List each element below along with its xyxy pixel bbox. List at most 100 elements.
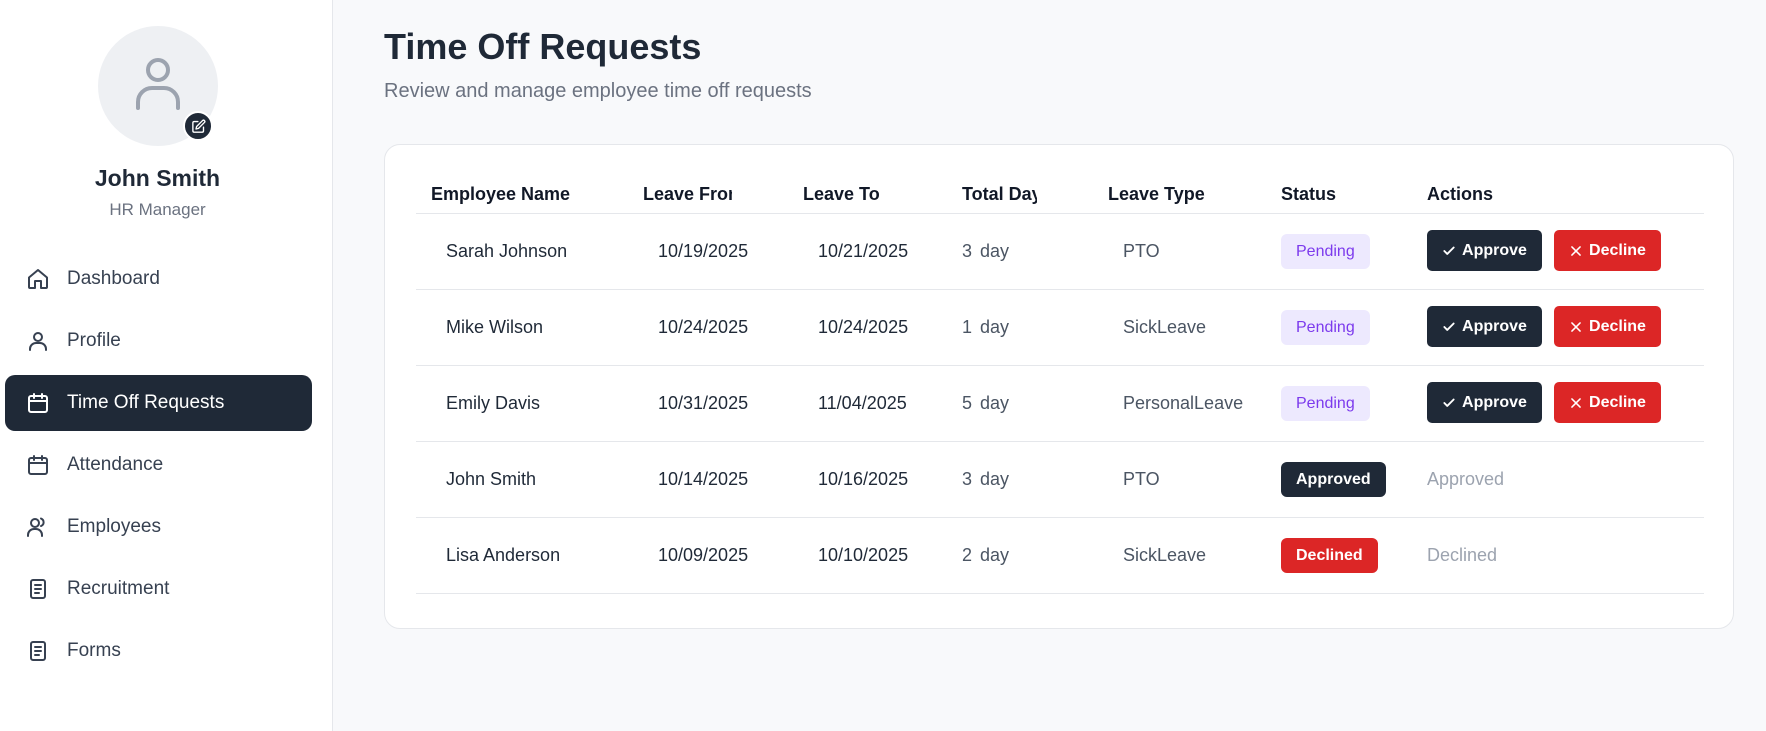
- status-badge: Approved: [1281, 462, 1386, 497]
- status-badge: Declined: [1281, 538, 1378, 573]
- edit-avatar-button[interactable]: [183, 111, 213, 141]
- total-days: 1 day: [962, 317, 1009, 338]
- document-icon: [25, 576, 51, 602]
- decline-label: Decline: [1589, 393, 1646, 411]
- approve-button[interactable]: Approve: [1427, 230, 1542, 271]
- user-icon: [136, 58, 180, 110]
- leave-from: 10/09/2025: [658, 545, 749, 565]
- employee-name: Sarah Johnson: [446, 241, 568, 261]
- column-header: Total Days: [962, 184, 1037, 204]
- days-unit: day: [980, 545, 1010, 565]
- sidebar-item-time-off-requests[interactable]: Time Off Requests: [5, 375, 312, 431]
- days-unit: day: [980, 317, 1010, 337]
- check-icon: [1442, 244, 1456, 258]
- approve-button[interactable]: Approve: [1427, 306, 1542, 347]
- leave-type: PTO: [1123, 241, 1160, 261]
- sidebar-item-forms[interactable]: Forms: [5, 623, 312, 679]
- table-row: Sarah Johnson 10/19/2025 10/21/2025 3 day…: [416, 214, 1704, 290]
- total-days: 3 day: [962, 241, 1009, 262]
- decline-button[interactable]: Decline: [1554, 306, 1661, 347]
- action-status-text: Declined: [1427, 545, 1498, 565]
- sidebar-item-label: Dashboard: [67, 268, 160, 289]
- approve-label: Approve: [1462, 393, 1527, 411]
- column-header: Leave Type: [1108, 184, 1205, 204]
- status-badge: Pending: [1281, 234, 1370, 269]
- sidebar-item-attendance[interactable]: Attendance: [5, 437, 312, 493]
- days-unit: day: [980, 241, 1010, 261]
- leave-to: 10/24/2025: [818, 317, 909, 337]
- column-header: Actions: [1427, 184, 1494, 204]
- sidebar-nav: Dashboard Profile Time Off Requests Atte…: [5, 251, 312, 685]
- sidebar-item-employees[interactable]: Employees: [5, 499, 312, 555]
- table-row: John Smith 10/14/2025 10/16/2025 3 day PT…: [416, 442, 1704, 518]
- days-count: 1: [962, 317, 973, 337]
- sidebar-item-label: Forms: [67, 640, 121, 661]
- column-header: Leave From: [643, 184, 732, 204]
- leave-from: 10/24/2025: [658, 317, 749, 337]
- leave-from: 10/19/2025: [658, 241, 749, 261]
- employee-name: Mike Wilson: [446, 317, 544, 337]
- leave-type: SickLeave: [1123, 317, 1207, 337]
- employee-name: Lisa Anderson: [446, 545, 561, 565]
- leave-to: 10/16/2025: [818, 469, 909, 489]
- days-count: 3: [962, 469, 973, 489]
- employee-name: Emily Davis: [446, 393, 541, 413]
- leave-type: SickLeave: [1123, 545, 1207, 565]
- status-badge: Pending: [1281, 310, 1370, 345]
- close-icon: [1569, 320, 1583, 334]
- total-days: 5 day: [962, 393, 1009, 414]
- home-icon: [25, 266, 51, 292]
- leave-to: 10/21/2025: [818, 241, 909, 261]
- users-icon: [25, 514, 51, 540]
- sidebar-item-label: Attendance: [67, 454, 164, 475]
- table-row: Mike Wilson 10/24/2025 10/24/2025 1 day S…: [416, 290, 1704, 366]
- requests-card: Employee Name Leave From Leave To Total …: [384, 144, 1734, 629]
- profile-name: John Smith: [94, 165, 221, 191]
- days-count: 2: [962, 545, 973, 565]
- leave-to: 11/04/2025: [818, 393, 907, 413]
- leave-type: PersonalLeave: [1123, 393, 1244, 413]
- decline-button[interactable]: Decline: [1554, 382, 1661, 423]
- table-row: Emily Davis 10/31/2025 11/04/2025 5 day P…: [416, 366, 1704, 442]
- leave-type: PTO: [1123, 469, 1160, 489]
- column-header: Status: [1281, 184, 1337, 204]
- document-icon: [25, 638, 51, 664]
- calendar-icon: [25, 452, 51, 478]
- check-icon: [1442, 396, 1456, 410]
- days-unit: day: [980, 469, 1010, 489]
- profile-role: HR Manager: [109, 200, 206, 219]
- sidebar-item-label: Employees: [67, 516, 161, 537]
- action-status-text: Approved: [1427, 469, 1505, 489]
- sidebar-item-label: Recruitment: [67, 578, 170, 599]
- column-header: Leave To: [803, 184, 880, 204]
- edit-icon: [191, 119, 205, 133]
- sidebar-item-profile[interactable]: Profile: [5, 313, 312, 369]
- approve-label: Approve: [1462, 317, 1527, 335]
- approve-label: Approve: [1462, 241, 1527, 259]
- table-row: Lisa Anderson 10/09/2025 10/10/2025 2 day…: [416, 518, 1704, 594]
- page-subtitle: Review and manage employee time off requ…: [384, 80, 812, 102]
- leave-to: 10/10/2025: [818, 545, 909, 565]
- close-icon: [1569, 244, 1583, 258]
- decline-label: Decline: [1589, 317, 1646, 335]
- check-icon: [1442, 320, 1456, 334]
- total-days: 2 day: [962, 545, 1009, 566]
- decline-button[interactable]: Decline: [1554, 230, 1661, 271]
- sidebar-item-label: Profile: [67, 330, 121, 351]
- status-badge: Pending: [1281, 386, 1370, 421]
- leave-from: 10/31/2025: [658, 393, 749, 413]
- approve-button[interactable]: Approve: [1427, 382, 1542, 423]
- days-count: 3: [962, 241, 973, 261]
- calendar-icon: [25, 390, 51, 416]
- total-days: 3 day: [962, 469, 1009, 490]
- sidebar: John Smith HR Manager Dashboard Profile …: [0, 0, 333, 731]
- user-icon: [25, 328, 51, 354]
- sidebar-item-dashboard[interactable]: Dashboard: [5, 251, 312, 307]
- days-count: 5: [962, 393, 973, 413]
- requests-table: Employee Name Leave From Leave To Total …: [416, 171, 1704, 594]
- employee-name: John Smith: [446, 469, 537, 489]
- decline-label: Decline: [1589, 241, 1646, 259]
- sidebar-item-recruitment[interactable]: Recruitment: [5, 561, 312, 617]
- leave-from: 10/14/2025: [658, 469, 749, 489]
- close-icon: [1569, 396, 1583, 410]
